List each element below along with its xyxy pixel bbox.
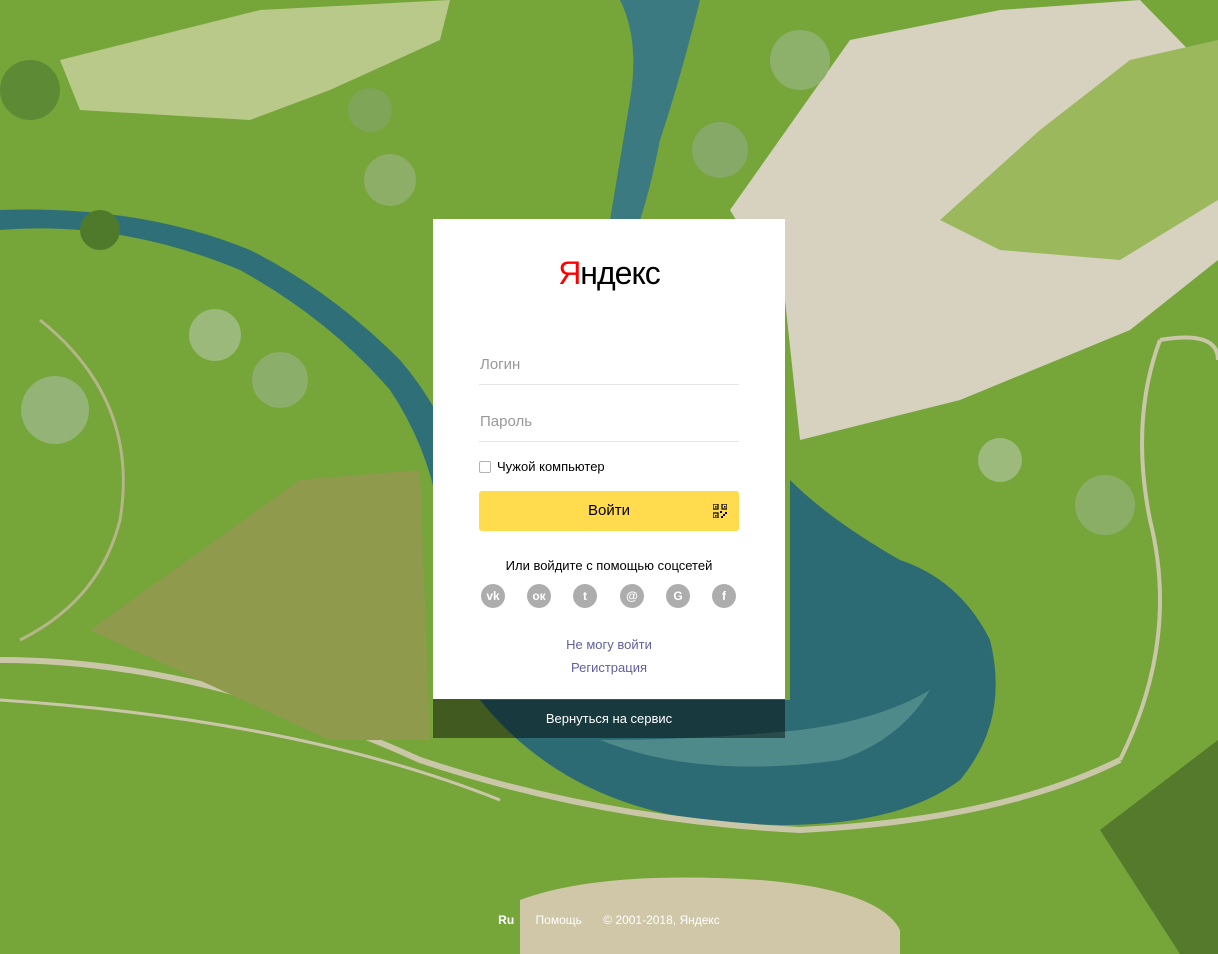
google-icon[interactable]: G bbox=[666, 584, 690, 608]
foreign-computer-label: Чужой компьютер bbox=[497, 459, 605, 474]
login-input[interactable] bbox=[479, 345, 739, 385]
qr-code-icon[interactable] bbox=[713, 504, 727, 518]
page: Яндекс Чужой компьютер Войти Или войдит bbox=[0, 0, 1218, 954]
social-title: Или войдите с помощью соцсетей bbox=[505, 558, 713, 573]
twitter-icon[interactable]: t bbox=[573, 584, 597, 608]
cant-login-link[interactable]: Не могу войти bbox=[433, 633, 785, 656]
social-buttons: vk ок t @ G f bbox=[481, 584, 737, 608]
yandex-logo[interactable]: Яндекс bbox=[433, 255, 785, 292]
language-switch[interactable]: Ru bbox=[498, 913, 514, 927]
help-links: Не могу войти Регистрация bbox=[433, 633, 785, 679]
back-to-service-link[interactable]: Вернуться на сервис bbox=[433, 699, 785, 738]
help-link[interactable]: Помощь bbox=[536, 913, 582, 927]
register-link[interactable]: Регистрация bbox=[433, 656, 785, 679]
copyright: © 2001-2018, Яндекс bbox=[603, 913, 720, 927]
logo-rest: ндекс bbox=[580, 255, 660, 291]
login-card: Яндекс Чужой компьютер Войти Или войдит bbox=[433, 219, 785, 699]
facebook-icon[interactable]: f bbox=[712, 584, 736, 608]
foreign-computer-checkbox-row[interactable]: Чужой компьютер bbox=[479, 459, 605, 474]
vk-icon[interactable]: vk bbox=[481, 584, 505, 608]
logo-first-letter: Я bbox=[558, 255, 581, 291]
password-input[interactable] bbox=[479, 402, 739, 442]
foreign-computer-checkbox[interactable] bbox=[479, 460, 491, 473]
footer: Ru Помощь © 2001-2018, Яндекс bbox=[0, 913, 1218, 927]
mail-icon[interactable]: @ bbox=[620, 584, 644, 608]
login-button-label: Войти bbox=[588, 502, 630, 519]
odnoklassniki-icon[interactable]: ок bbox=[527, 584, 551, 608]
login-button[interactable]: Войти bbox=[479, 491, 739, 531]
